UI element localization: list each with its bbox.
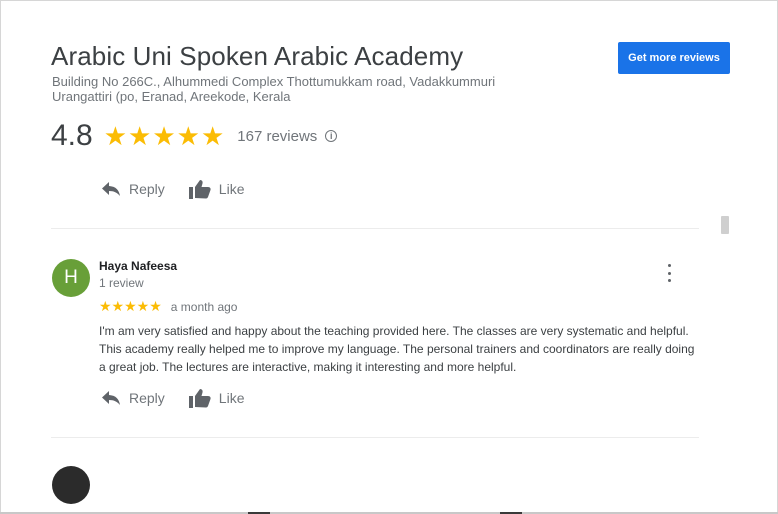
get-more-reviews-button[interactable]: Get more reviews	[618, 42, 730, 74]
owner-action-row: Reply Like	[101, 179, 244, 199]
star-rating-icon: ★★★★★	[99, 298, 162, 314]
business-title: Arabic Uni Spoken Arabic Academy	[51, 41, 464, 71]
divider	[51, 437, 699, 438]
more-options-icon[interactable]	[661, 263, 677, 283]
reviewer-review-count: 1 review	[99, 276, 144, 290]
business-address: Building No 266C., Alhummedi Complex Tho…	[52, 74, 496, 104]
reviewer-name[interactable]: Haya Nafeesa	[99, 259, 177, 273]
rating-value: 4.8	[51, 119, 93, 152]
divider	[51, 228, 699, 229]
review-count[interactable]: 167 reviews	[237, 128, 317, 145]
review-text: I'm am very satisfied and happy about th…	[99, 324, 695, 374]
reviews-panel: Arabic Uni Spoken Arabic Academy Buildin…	[0, 0, 778, 514]
like-button[interactable]: Like	[188, 388, 245, 408]
info-icon[interactable]: i	[325, 130, 338, 142]
like-label: Like	[218, 181, 245, 197]
like-label: Like	[218, 390, 245, 406]
avatar[interactable]: H	[52, 259, 90, 297]
reply-label: Reply	[129, 390, 165, 406]
reply-icon	[102, 391, 120, 405]
avatar[interactable]	[52, 466, 90, 504]
reply-label: Reply	[129, 181, 165, 197]
thumbs-up-icon	[188, 389, 211, 408]
thumbs-up-icon	[188, 180, 211, 199]
reply-button[interactable]: Reply	[101, 390, 165, 406]
next-reviewer-name-clipped	[99, 466, 159, 472]
scrollbar-thumb[interactable]	[721, 216, 729, 234]
overall-rating: 4.8 ★★★★★ 167 reviews i	[51, 119, 338, 153]
review-action-row: Reply Like	[101, 388, 244, 408]
reply-button[interactable]: Reply	[101, 181, 165, 197]
review-rating: ★★★★★ a month ago	[99, 298, 237, 315]
reply-icon	[102, 182, 120, 196]
like-button[interactable]: Like	[188, 179, 245, 199]
star-rating-icon: ★★★★★	[103, 121, 226, 151]
review-time: a month ago	[170, 299, 238, 314]
